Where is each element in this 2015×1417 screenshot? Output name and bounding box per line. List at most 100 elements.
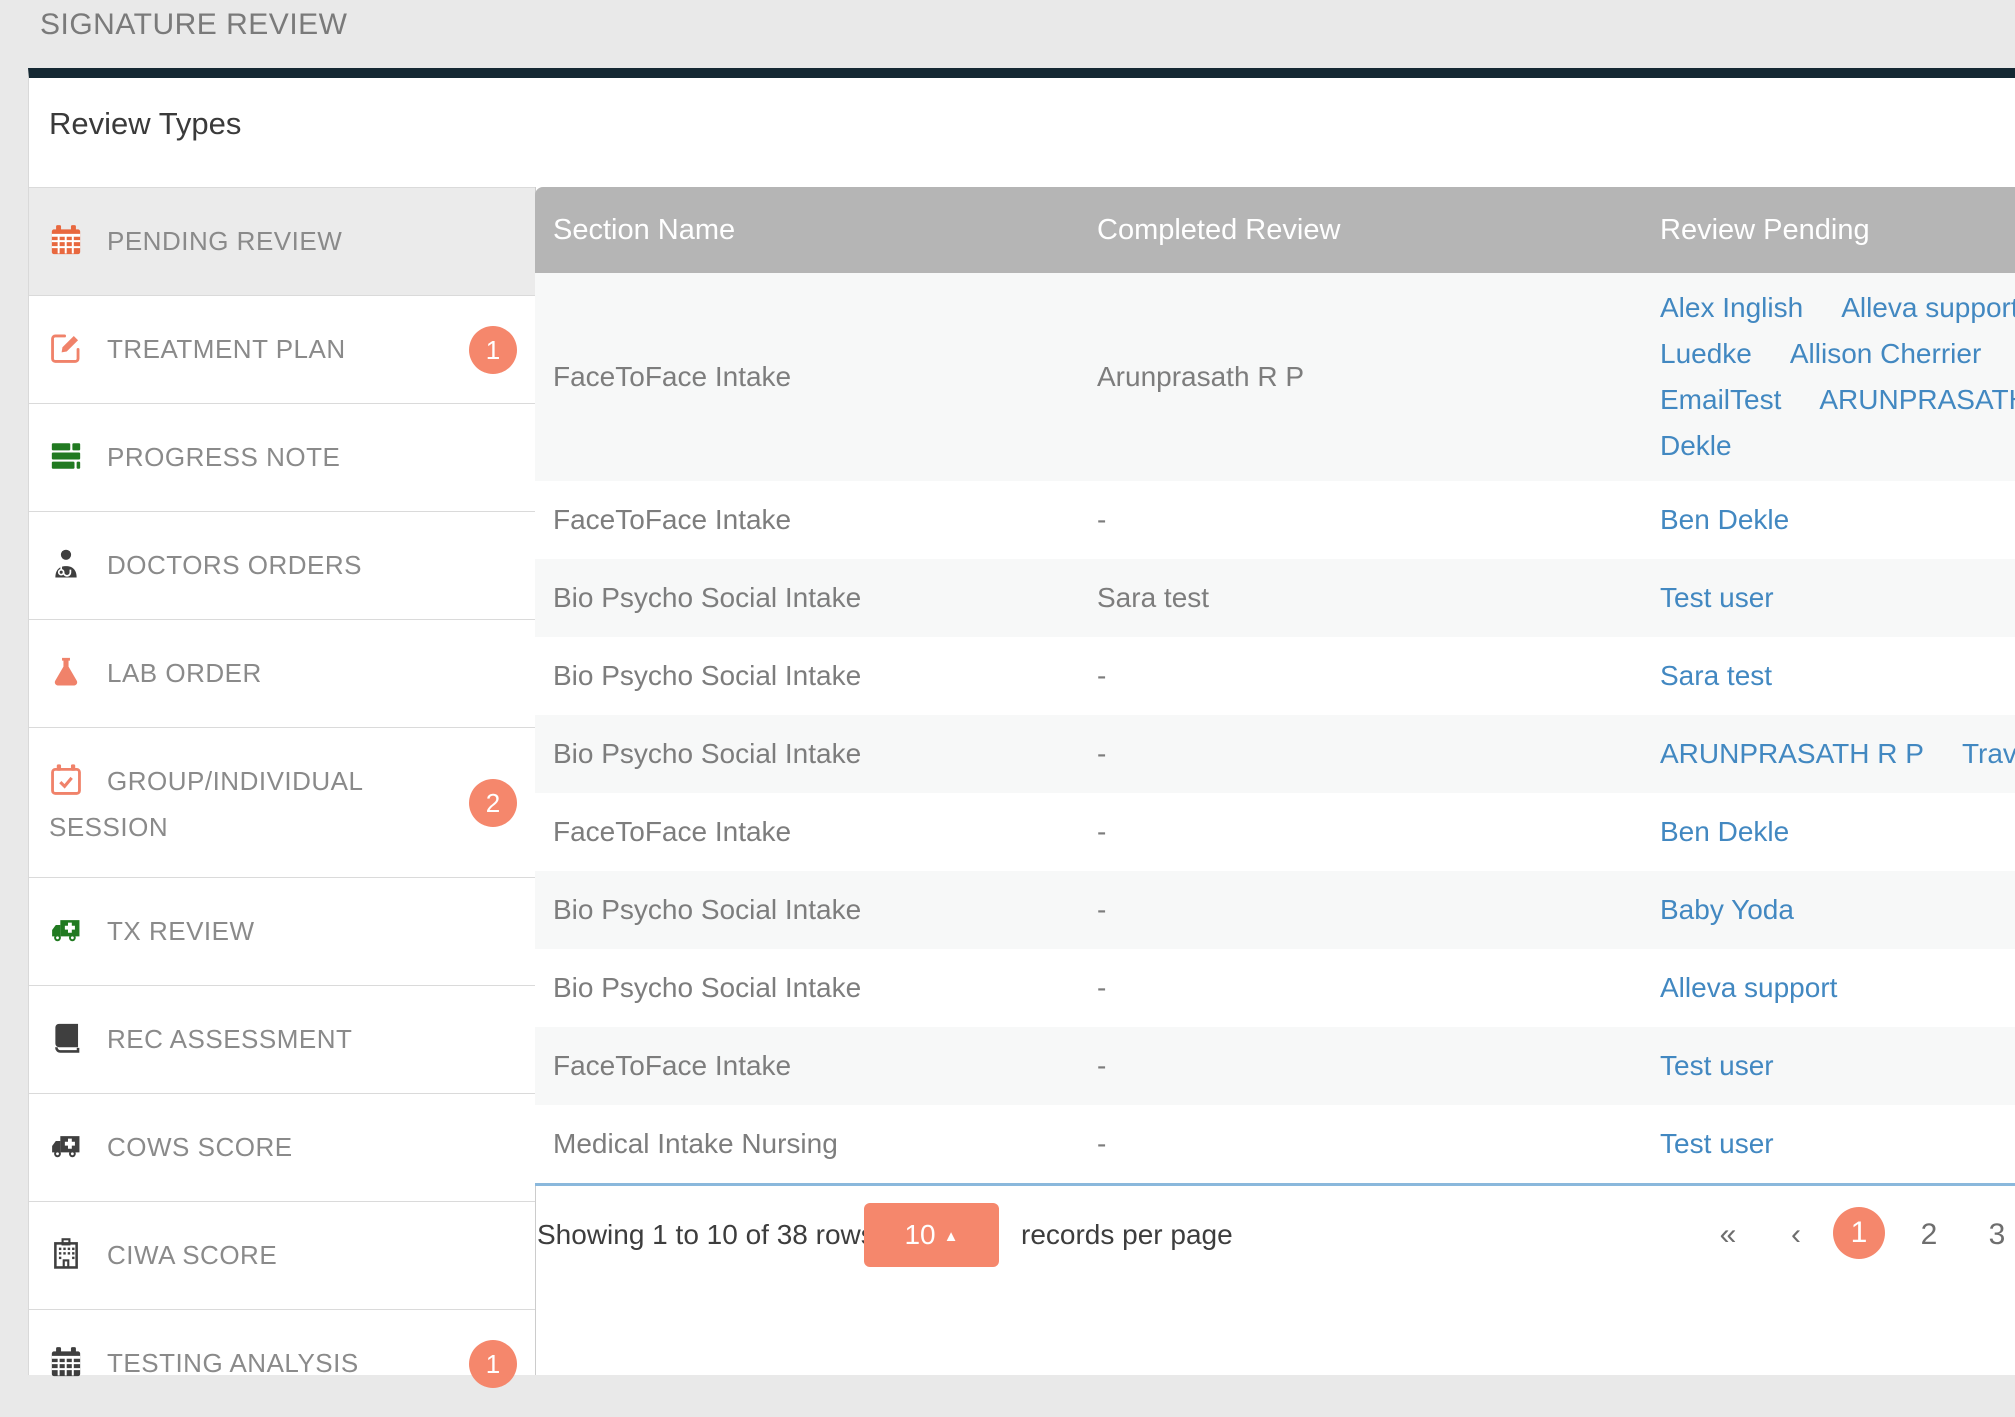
sidebar-item-label: LAB ORDER [107, 658, 262, 688]
sidebar-item-ciwa-score[interactable]: CIWA SCORE [29, 1201, 535, 1309]
sidebar-item-group-individual-session[interactable]: GROUP/INDIVIDUAL SESSION 2 [29, 727, 535, 877]
caret-up-icon: ▲ [944, 1228, 959, 1245]
count-badge: 1 [469, 326, 517, 374]
page-size-dropdown[interactable]: 10 ▲ [864, 1203, 999, 1267]
section-name-cell: Bio Psycho Social Intake [535, 660, 1097, 692]
flask-icon [49, 655, 83, 689]
sidebar-item-pending-review[interactable]: PENDING REVIEW [29, 187, 535, 295]
completed-review-cell: - [1097, 816, 1660, 848]
pending-user-link[interactable]: Dekle [1660, 430, 1732, 461]
table-row: Bio Psycho Social Intake - ARUNPRASATH R… [535, 715, 2015, 793]
sidebar-item-testing-analysis[interactable]: TESTING ANALYSIS 1 [29, 1309, 535, 1417]
sidebar-item-treatment-plan[interactable]: TREATMENT PLAN 1 [29, 295, 535, 403]
sidebar-item-label: TESTING ANALYSIS [107, 1348, 359, 1378]
pending-user-link[interactable]: Baby Yoda [1660, 894, 1794, 925]
sidebar-item-label: PROGRESS NOTE [107, 442, 340, 472]
table-row: FaceToFace Intake Arunprasath R P Alex I… [535, 273, 2015, 481]
count-badge: 1 [469, 1340, 517, 1388]
section-name-cell: Bio Psycho Social Intake [535, 738, 1097, 770]
pending-review-table: Section Name Completed Review Review Pen… [535, 187, 2015, 1186]
pagination-prev-button[interactable]: ‹ [1776, 1203, 1816, 1267]
sidebar-item-label: PENDING REVIEW [107, 226, 342, 256]
pending-user-link[interactable]: Test user [1660, 1050, 1774, 1081]
pending-user-link[interactable]: EmailTest [1660, 384, 1781, 415]
pagination-page-3[interactable]: 3 [1969, 1203, 2015, 1267]
sidebar-item-label: GROUP/INDIVIDUAL SESSION [49, 766, 363, 842]
sidebar-item-label: TX REVIEW [107, 916, 255, 946]
book-icon [49, 1021, 83, 1055]
table-row: FaceToFace Intake - Test user [535, 1027, 2015, 1105]
completed-review-cell: - [1097, 504, 1660, 536]
calendar-icon [49, 223, 83, 257]
sidebar-item-label: TREATMENT PLAN [107, 334, 346, 364]
sidebar-item-progress-note[interactable]: PROGRESS NOTE [29, 403, 535, 511]
section-name-cell: FaceToFace Intake [535, 361, 1097, 393]
records-per-page-label: records per page [1021, 1203, 1233, 1267]
table-row: FaceToFace Intake - Ben Dekle [535, 481, 2015, 559]
table-bottom-divider [535, 1183, 2015, 1186]
pagination-page-2[interactable]: 2 [1901, 1203, 1957, 1267]
table-row: Bio Psycho Social Intake - Alleva suppor… [535, 949, 2015, 1027]
section-name-cell: FaceToFace Intake [535, 504, 1097, 536]
pending-user-link[interactable]: Trav [1962, 738, 2015, 769]
completed-review-cell: - [1097, 660, 1660, 692]
pending-user-link[interactable]: Ben Dekle [1660, 504, 1789, 535]
sidebar-item-cows-score[interactable]: COWS SCORE [29, 1093, 535, 1201]
review-types-sidebar: PENDING REVIEW TREATMENT PLAN 1 PROGRESS… [29, 187, 536, 1375]
sidebar-item-label: DOCTORS ORDERS [107, 550, 362, 580]
pagination-page-1[interactable]: 1 [1833, 1207, 1885, 1259]
count-badge: 2 [469, 779, 517, 827]
column-header-section-name[interactable]: Section Name [535, 214, 1097, 247]
sidebar-item-label: CIWA SCORE [107, 1240, 277, 1270]
completed-review-cell: - [1097, 972, 1660, 1004]
pagination-first-button[interactable]: « [1708, 1203, 1748, 1267]
page-title: SIGNATURE REVIEW [40, 8, 347, 42]
calendar-icon [49, 1345, 83, 1379]
progress-bars-icon [49, 439, 83, 473]
section-name-cell: Bio Psycho Social Intake [535, 972, 1097, 1004]
sidebar-item-lab-order[interactable]: LAB ORDER [29, 619, 535, 727]
signature-review-panel: Review Types PENDING REVIEW TREATMENT PL… [28, 68, 2015, 1375]
sidebar-item-label: REC ASSESSMENT [107, 1024, 352, 1054]
sidebar-item-rec-assessment[interactable]: REC ASSESSMENT [29, 985, 535, 1093]
pending-user-link[interactable]: Sara test [1660, 660, 1772, 691]
pending-user-link[interactable]: Allison Cherrier [1790, 338, 1981, 369]
review-types-heading: Review Types [49, 106, 241, 142]
section-name-cell: Bio Psycho Social Intake [535, 894, 1097, 926]
table-header: Section Name Completed Review Review Pen… [535, 187, 2015, 273]
table-row: Medical Intake Nursing - Test user [535, 1105, 2015, 1183]
table-row: Bio Psycho Social Intake - Baby Yoda [535, 871, 2015, 949]
column-header-completed-review[interactable]: Completed Review [1097, 214, 1660, 247]
sidebar-item-label: COWS SCORE [107, 1132, 293, 1162]
pending-user-link[interactable]: Luedke [1660, 338, 1752, 369]
completed-review-cell: Sara test [1097, 582, 1660, 614]
completed-review-cell: Arunprasath R P [1097, 361, 1660, 393]
section-name-cell: Medical Intake Nursing [535, 1128, 1097, 1160]
edit-icon [49, 331, 83, 365]
table-row: Bio Psycho Social Intake Sara test Test … [535, 559, 2015, 637]
pending-user-link[interactable]: Test user [1660, 582, 1774, 613]
pending-user-link[interactable]: Alex Inglish [1660, 292, 1803, 323]
section-name-cell: FaceToFace Intake [535, 1050, 1097, 1082]
ambulance-icon [49, 1129, 83, 1163]
sidebar-item-doctors-orders[interactable]: DOCTORS ORDERS [29, 511, 535, 619]
column-header-review-pending[interactable]: Review Pending [1660, 214, 2015, 247]
sidebar-item-tx-review[interactable]: TX REVIEW [29, 877, 535, 985]
pending-user-link[interactable]: Alleva support [1660, 972, 1837, 1003]
section-name-cell: Bio Psycho Social Intake [535, 582, 1097, 614]
pagination-summary: Showing 1 to 10 of 38 rows [537, 1203, 875, 1267]
pending-user-link[interactable]: Test user [1660, 1128, 1774, 1159]
pending-user-link[interactable]: Alleva support [1841, 292, 2015, 323]
doctor-icon [49, 547, 83, 581]
hospital-icon [49, 1237, 83, 1271]
completed-review-cell: - [1097, 738, 1660, 770]
section-name-cell: FaceToFace Intake [535, 816, 1097, 848]
pending-user-link[interactable]: Ben Dekle [1660, 816, 1789, 847]
review-pending-cell: Alex Inglish Alleva support Luedke Allison… [1660, 285, 2015, 469]
page-size-value: 10 [904, 1219, 935, 1250]
pending-user-link[interactable]: ARUNPRASATH R P [1660, 738, 1924, 769]
pending-user-link[interactable]: ARUNPRASATH R P [1819, 384, 2015, 415]
completed-review-cell: - [1097, 1128, 1660, 1160]
completed-review-cell: - [1097, 894, 1660, 926]
completed-review-cell: - [1097, 1050, 1660, 1082]
